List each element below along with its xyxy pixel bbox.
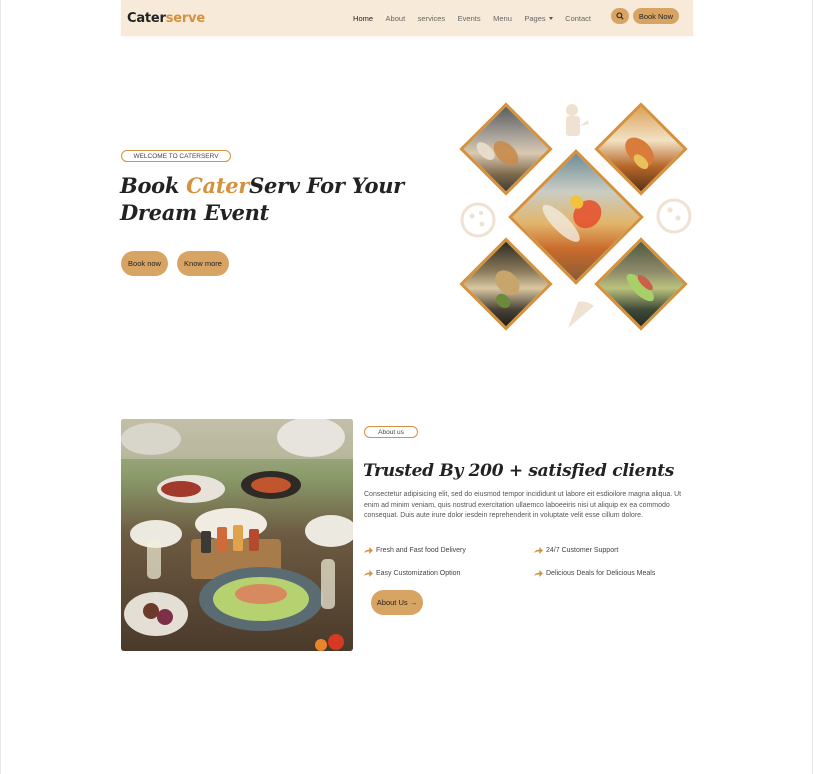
feature-item: Delicious Deals for Delicious Meals	[534, 570, 655, 577]
pizza-slice-icon	[568, 301, 594, 328]
brand-logo[interactable]: Caterserve	[127, 11, 205, 26]
food-photo-dishes	[459, 237, 553, 331]
book-now-button[interactable]: Book Now	[632, 8, 679, 24]
pizza-icon	[656, 198, 692, 234]
nav-contact[interactable]: Contact	[565, 14, 591, 23]
feature-item: Easy Customization Option	[364, 570, 460, 577]
hero-know-more-button[interactable]: Know more	[177, 251, 229, 276]
nav-menu[interactable]: Menu	[493, 14, 512, 23]
share-arrow-icon	[364, 547, 373, 554]
hero-title: Book CaterServ For Your Dream Event	[120, 173, 404, 225]
feature-item: Fresh and Fast food Delivery	[364, 547, 466, 554]
nav-services[interactable]: services	[418, 14, 446, 23]
hero-badge: WELCOME TO CATERSERV	[121, 150, 231, 162]
nav-actions: Book Now	[610, 8, 679, 24]
about-food-photo	[121, 419, 353, 651]
feature-item: 24/7 Customer Support	[534, 547, 618, 554]
nav-about[interactable]: About	[386, 14, 406, 23]
caret-down-icon	[548, 16, 553, 20]
navbar: Caterserve Home About services Events Me…	[121, 0, 693, 36]
nav-pages-label: Pages	[524, 13, 546, 23]
food-photo-buffet	[459, 102, 553, 196]
search-icon	[616, 12, 624, 20]
nav-home[interactable]: Home	[353, 14, 373, 23]
nav-links: Home About services Events Menu Pages Co…	[353, 14, 603, 23]
share-arrow-icon	[364, 570, 373, 577]
share-arrow-icon	[534, 547, 543, 554]
hero-book-button[interactable]: Book now	[121, 251, 168, 276]
hero-image-collage	[459, 100, 696, 336]
about-badge: About us	[364, 426, 418, 438]
about-us-button[interactable]: About Us →	[371, 590, 423, 615]
nav-events[interactable]: Events	[458, 14, 481, 23]
about-title: Trusted By 200 + satisfied clients	[363, 461, 675, 481]
search-button[interactable]	[610, 8, 629, 24]
about-description: Consectetur adipisicing elit, sed do eiu…	[364, 491, 682, 519]
pizza-icon	[460, 202, 496, 238]
share-arrow-icon	[534, 570, 543, 577]
chef-icon	[566, 104, 589, 136]
nav-pages-dropdown[interactable]: Pages	[524, 13, 553, 23]
